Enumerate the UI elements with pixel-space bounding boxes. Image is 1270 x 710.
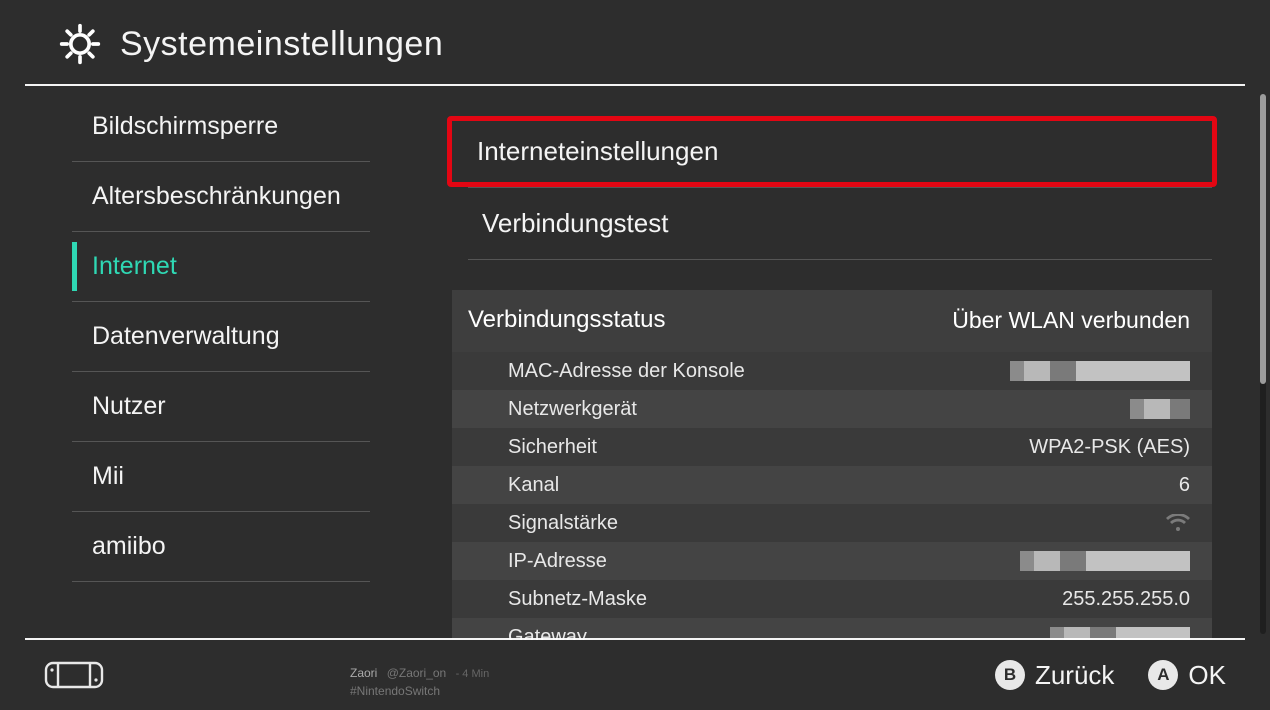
info-row-channel: Kanal 6 (452, 466, 1212, 504)
info-label: Kanal (508, 474, 559, 497)
connection-test-button[interactable]: Verbindungstest (452, 188, 1212, 259)
info-row-security: Sicherheit WPA2-PSK (AES) (452, 428, 1212, 466)
connection-status-value: Über WLAN verbunden (952, 307, 1190, 334)
info-row-subnet: Subnetz-Maske 255.255.255.0 (452, 580, 1212, 618)
sidebar-item-data-management[interactable]: Datenverwaltung (0, 302, 400, 371)
info-label: MAC-Adresse der Konsole (508, 360, 745, 383)
info-value-redacted (1010, 361, 1190, 381)
info-value: WPA2-PSK (AES) (1029, 436, 1190, 459)
info-label: IP-Adresse (508, 550, 607, 573)
back-button-hint[interactable]: B Zurück (995, 660, 1114, 691)
info-row-ip: IP-Adresse (452, 542, 1212, 580)
a-button-icon: A (1148, 660, 1178, 690)
info-row-signal: Signalstärke (452, 504, 1212, 542)
gear-icon (58, 22, 102, 66)
b-button-icon: B (995, 660, 1025, 690)
sidebar-item-screen-lock[interactable]: Bildschirmsperre (0, 92, 400, 161)
info-value-redacted (1130, 399, 1190, 419)
header-divider (25, 84, 1245, 86)
sidebar: Bildschirmsperre Altersbeschränkungen In… (0, 88, 400, 640)
header: Systemeinstellungen (0, 0, 1270, 84)
info-row-gateway: Gateway (452, 618, 1212, 640)
info-row-ssid: Netzwerkgerät (452, 390, 1212, 428)
wifi-icon (1166, 514, 1190, 532)
connection-status-header: Verbindungsstatus Über WLAN verbunden (452, 290, 1212, 352)
menu-divider (468, 259, 1212, 260)
info-value-redacted (1020, 551, 1190, 571)
footer: Zaori @Zaori_on - 4 Min #NintendoSwitch … (0, 640, 1270, 710)
info-label: Netzwerkgerät (508, 398, 637, 421)
overlay-time: - 4 Min (456, 668, 490, 680)
ok-button-hint[interactable]: A OK (1148, 660, 1226, 691)
overlay-user: Zaori (350, 666, 377, 680)
back-label: Zurück (1035, 660, 1114, 691)
scrollbar-thumb[interactable] (1260, 94, 1266, 384)
connection-status-title: Verbindungsstatus (468, 306, 665, 334)
overlay-text: Zaori @Zaori_on - 4 Min #NintendoSwitch (350, 664, 489, 701)
page-title: Systemeinstellungen (120, 25, 443, 64)
info-label: Signalstärke (508, 512, 618, 535)
internet-settings-button[interactable]: Interneteinstellungen (447, 116, 1217, 187)
sidebar-item-internet[interactable]: Internet (0, 232, 400, 301)
ok-label: OK (1188, 660, 1226, 691)
sidebar-divider (72, 581, 370, 582)
connection-status-block: Verbindungsstatus Über WLAN verbunden MA… (452, 290, 1212, 640)
sidebar-item-amiibo[interactable]: amiibo (0, 512, 400, 581)
sidebar-item-mii[interactable]: Mii (0, 442, 400, 511)
overlay-handle: @Zaori_on (387, 666, 447, 680)
info-label: Sicherheit (508, 436, 597, 459)
info-value: 6 (1179, 474, 1190, 497)
overlay-tag: #NintendoSwitch (350, 684, 440, 698)
sidebar-item-users[interactable]: Nutzer (0, 372, 400, 441)
sidebar-item-parental-controls[interactable]: Altersbeschränkungen (0, 162, 400, 231)
info-label: Subnetz-Maske (508, 588, 647, 611)
info-row-mac: MAC-Adresse der Konsole (452, 352, 1212, 390)
main-panel: Interneteinstellungen Verbindungstest Ve… (400, 88, 1252, 640)
info-value: 255.255.255.0 (1062, 588, 1190, 611)
scrollbar[interactable] (1260, 94, 1266, 634)
controller-icon (44, 661, 104, 689)
